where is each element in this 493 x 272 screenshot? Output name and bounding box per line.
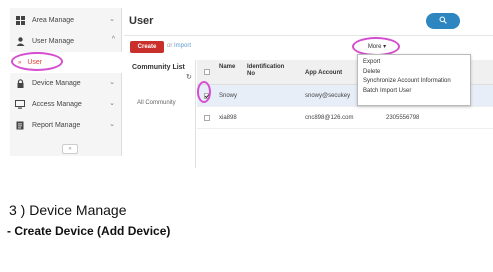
monitor-icon [15, 100, 25, 110]
highlight-circle-checkbox [197, 81, 211, 103]
page-title: User [129, 15, 154, 27]
menu-item-delete[interactable]: Delete [358, 68, 470, 78]
chevron-down-icon: ⌄ [109, 79, 115, 86]
sidebar-collapse-button[interactable]: « [62, 144, 78, 154]
section-heading: 3 ) Device Manage [9, 202, 127, 218]
chevron-down-icon: ⌄ [109, 16, 115, 23]
sidebar-item-area-manage[interactable]: Area Manage ⌄ [10, 10, 122, 31]
search-button[interactable] [426, 13, 460, 29]
main-panel: User Create or Import More ▾ Community L… [124, 8, 493, 168]
table-row[interactable]: xia898 cnc898@126.com 2305556798 [197, 107, 493, 129]
row-checkbox[interactable] [204, 115, 210, 121]
import-link[interactable]: Import [174, 43, 191, 49]
menu-item-batch-import[interactable]: Batch Import User [358, 87, 470, 97]
community-panel: Community List ↻ All Community [124, 60, 196, 168]
column-header-identification: Identification No [247, 64, 285, 77]
sidebar-item-label: Device Manage [32, 80, 81, 87]
highlight-circle-user [11, 52, 63, 71]
column-header-app-account: App Account [305, 70, 343, 76]
cell-app-account: cnc898@126.com [305, 115, 354, 121]
import-text: or Import [167, 43, 191, 49]
community-title: Community List [132, 64, 185, 71]
cell-name: xia898 [219, 115, 237, 121]
sidebar-item-label: Area Manage [32, 17, 75, 24]
community-item-all[interactable]: All Community [137, 100, 176, 106]
refresh-icon[interactable]: ↻ [186, 73, 192, 81]
user-icon [15, 37, 25, 47]
create-button[interactable]: Create [130, 41, 164, 53]
cell-app-account: snowy@secukey [305, 93, 351, 99]
lock-icon [15, 79, 25, 89]
menu-item-export[interactable]: Export [358, 58, 470, 68]
sidebar-item-label: Access Manage [32, 101, 82, 108]
import-prefix: or [167, 43, 175, 49]
sidebar-item-report-manage[interactable]: Report Manage ⌄ [10, 115, 122, 136]
sidebar-item-access-manage[interactable]: Access Manage ⌄ [10, 94, 122, 115]
more-dropdown-menu: Export Delete Synchronize Account Inform… [357, 54, 471, 106]
sidebar-item-user-manage[interactable]: User Manage ^ [10, 31, 122, 52]
cell-phone: 2305556798 [386, 115, 420, 121]
sidebar: Area Manage ⌄ User Manage ^ » User Devic… [10, 8, 122, 156]
grid-icon [15, 16, 25, 26]
column-header-name: Name [219, 64, 236, 70]
document-icon [15, 121, 25, 131]
chevron-down-icon: ⌄ [109, 100, 115, 107]
screen: Area Manage ⌄ User Manage ^ » User Devic… [0, 0, 493, 272]
chevron-down-icon: ⌄ [109, 121, 115, 128]
search-icon [439, 16, 447, 26]
sidebar-item-device-manage[interactable]: Device Manage ⌄ [10, 73, 122, 94]
sidebar-item-label: Report Manage [32, 122, 81, 129]
menu-item-synchronize[interactable]: Synchronize Account Information [358, 77, 470, 87]
section-subheading: - Create Device (Add Device) [7, 224, 171, 238]
select-all-checkbox[interactable] [204, 69, 210, 75]
header-divider [124, 35, 493, 36]
chevron-up-icon: ^ [111, 36, 115, 43]
cell-name: Snowy [219, 93, 238, 99]
sidebar-item-label: User Manage [32, 38, 75, 45]
